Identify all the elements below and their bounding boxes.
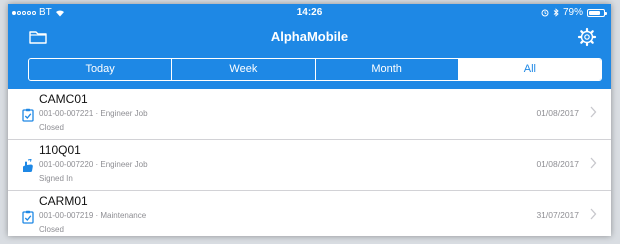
- status-time: 14:26: [296, 7, 323, 18]
- bluetooth-icon: [553, 8, 559, 17]
- date-filter-segmented-control: Today Week Month All: [28, 58, 602, 81]
- battery-fill: [589, 10, 600, 15]
- job-title: CAMC01: [39, 92, 88, 106]
- app-screen: BT 14:26 79% AlphaMobile Today Week Mont…: [8, 4, 611, 236]
- job-title: 110Q01: [39, 143, 81, 157]
- status-right: 79%: [541, 7, 607, 18]
- page-title: AlphaMobile: [270, 29, 349, 44]
- clipboard-check-icon: [22, 210, 34, 224]
- segment-week[interactable]: Week: [172, 59, 316, 80]
- status-bar: BT 14:26 79%: [8, 4, 611, 22]
- alarm-icon: [541, 9, 549, 16]
- job-status: Closed: [39, 123, 64, 132]
- chevron-right-icon: [590, 208, 597, 220]
- gear-icon: [577, 27, 597, 47]
- battery-icon: [587, 8, 607, 17]
- settings-button[interactable]: [577, 27, 597, 47]
- job-title: CARM01: [39, 194, 88, 208]
- job-row[interactable]: CARM01 001-00-007219 · Maintenance Close…: [8, 191, 611, 236]
- nav-bar: AlphaMobile: [8, 22, 611, 52]
- job-subtitle: 001-00-007220 · Engineer Job: [39, 160, 148, 169]
- job-row[interactable]: CAMC01 001-00-007221 · Engineer Job Clos…: [8, 89, 611, 140]
- segment-month[interactable]: Month: [316, 59, 459, 80]
- job-date: 01/08/2017: [536, 108, 579, 118]
- clipboard-check-icon: [22, 108, 34, 122]
- chevron-right-icon: [590, 157, 597, 169]
- battery-percentage: 79%: [562, 7, 583, 18]
- job-status: Closed: [39, 225, 64, 234]
- job-date: 01/08/2017: [536, 159, 579, 169]
- job-list: CAMC01 001-00-007221 · Engineer Job Clos…: [8, 89, 611, 236]
- job-status: Signed In: [39, 174, 73, 183]
- segment-all[interactable]: All: [458, 59, 601, 80]
- header: BT 14:26 79% AlphaMobile Today Week Mont…: [8, 4, 611, 89]
- signed-in-hand-icon: [23, 159, 33, 172]
- chevron-right-icon: [590, 106, 597, 118]
- job-row[interactable]: 110Q01 001-00-007220 · Engineer Job Sign…: [8, 140, 611, 191]
- segment-today[interactable]: Today: [29, 59, 173, 80]
- job-subtitle: 001-00-007219 · Maintenance: [39, 211, 147, 220]
- job-date: 31/07/2017: [536, 210, 579, 220]
- job-subtitle: 001-00-007221 · Engineer Job: [39, 109, 148, 118]
